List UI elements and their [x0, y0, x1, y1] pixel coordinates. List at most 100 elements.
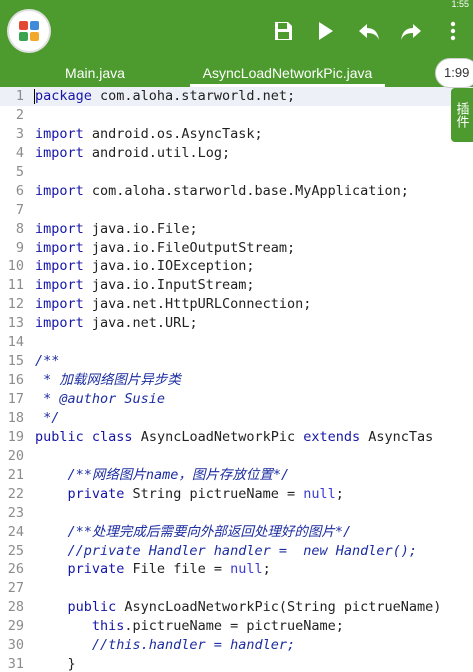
app-toolbar: 1:55 [0, 0, 473, 62]
line-number: 20 [7, 447, 24, 464]
save-icon [275, 22, 292, 40]
code-text: public class AsyncLoadNetworkPic extends… [35, 428, 434, 445]
line-number: 26 [7, 561, 24, 578]
code-line[interactable]: 23 [0, 504, 473, 523]
undo-icon [359, 24, 379, 40]
code-line[interactable]: 24 /**处理完成后需要向外部返回处理好的图片*/ [0, 523, 473, 542]
code-line[interactable]: 15 /** [0, 352, 473, 371]
line-number: 21 [7, 466, 24, 483]
tab-main-java[interactable]: Main.java [40, 62, 150, 87]
code-text: import java.io.File; [35, 220, 198, 237]
code-line[interactable]: 31 } [0, 655, 473, 672]
line-number: 18 [7, 409, 24, 426]
code-line[interactable]: 21 /**网络图片name，图片存放位置*/ [0, 466, 473, 485]
code-line[interactable]: 12 import java.net.HttpURLConnection; [0, 295, 473, 314]
line-number: 1 [15, 88, 24, 104]
app-menu-button[interactable] [7, 9, 51, 53]
save-button[interactable] [270, 18, 296, 44]
app-grid-cell [19, 32, 28, 41]
code-line[interactable]: 27 [0, 579, 473, 598]
code-line[interactable]: 20 [0, 447, 473, 466]
line-number: 15 [7, 353, 24, 370]
code-text: * 加载网络图片异步类 [35, 372, 181, 389]
code-text: private String pictrueName = null; [67, 485, 344, 502]
line-number: 7 [15, 201, 24, 218]
code-text: import com.aloha.starworld.base.MyApplic… [35, 182, 409, 199]
code-line[interactable]: 28 public AsyncLoadNetworkPic(String pic… [0, 598, 473, 617]
run-icon [319, 22, 333, 40]
line-number: 2 [15, 106, 24, 123]
code-text: import java.net.HttpURLConnection; [35, 296, 312, 313]
more-button[interactable] [440, 18, 466, 44]
code-line[interactable]: 30 //this.handler = handler; [0, 636, 473, 655]
status-time: 1:55 [451, 0, 469, 8]
code-line[interactable]: 19 public class AsyncLoadNetworkPic exten… [0, 428, 473, 447]
code-line[interactable]: 16 * 加载网络图片异步类 [0, 371, 473, 390]
tab-async-load-network-pic[interactable]: AsyncLoadNetworkPic.java [190, 62, 385, 87]
code-line[interactable]: 14 [0, 333, 473, 352]
code-line[interactable]: 13 import java.net.URL; [0, 314, 473, 333]
undo-button[interactable] [356, 18, 382, 44]
code-line[interactable]: 8 import java.io.File; [0, 220, 473, 239]
code-line[interactable]: 29 this.pictrueName = pictrueName; [0, 617, 473, 636]
line-number: 19 [7, 428, 24, 445]
line-number: 3 [15, 125, 24, 142]
app-grid-icon [19, 21, 39, 41]
code-text: package com.aloha.starworld.net; [35, 88, 296, 104]
code-line[interactable]: 2 [0, 106, 473, 125]
line-number: 4 [15, 144, 24, 161]
line-number: 5 [15, 163, 24, 180]
code-line[interactable]: 9 import java.io.FileOutputStream; [0, 239, 473, 258]
code-text: /**网络图片name，图片存放位置*/ [35, 466, 290, 483]
code-text: */ [35, 409, 60, 426]
code-line[interactable]: 26 private File file = null; [0, 560, 473, 579]
code-line[interactable]: 18 */ [0, 409, 473, 428]
code-line[interactable]: 4 import android.util.Log; [0, 144, 473, 163]
app-grid-cell [30, 32, 39, 41]
file-tab-bar: Main.java AsyncLoadNetworkPic.java [0, 62, 473, 87]
code-text: this.pictrueName = pictrueName; [91, 618, 344, 635]
line-number: 28 [7, 599, 24, 616]
redo-icon [401, 24, 421, 40]
plugin-tab[interactable]: 插件 [451, 88, 473, 142]
line-number: 11 [7, 277, 24, 294]
line-number: 9 [15, 239, 24, 256]
code-text: import java.net.URL; [35, 315, 198, 332]
code-text: import android.os.AsyncTask; [35, 125, 263, 142]
code-line[interactable]: 25 //private Handler handler = new Handl… [0, 542, 473, 561]
code-text: import java.io.IOException; [35, 258, 255, 275]
line-number: 31 [7, 656, 24, 672]
app-grid-cell [30, 21, 39, 30]
line-number: 30 [7, 637, 24, 654]
run-button[interactable] [312, 18, 338, 44]
line-number: 17 [7, 391, 24, 407]
code-line[interactable]: 7 [0, 201, 473, 220]
line-number: 12 [7, 296, 24, 313]
code-line[interactable]: 22 private String pictrueName = null; [0, 485, 473, 504]
redo-button[interactable] [398, 18, 424, 44]
line-number: 25 [7, 542, 24, 559]
app-grid-cell [19, 21, 28, 30]
code-line[interactable]: 5 [0, 163, 473, 182]
code-text: /** [35, 353, 60, 370]
line-number: 8 [15, 220, 24, 237]
line-counter-badge[interactable]: 1:99 [435, 58, 473, 88]
code-line[interactable]: 6 import com.aloha.starworld.base.MyAppli… [0, 182, 473, 201]
line-number: 6 [15, 182, 24, 199]
line-number: 22 [7, 485, 24, 502]
code-text: * @author Susie [35, 391, 166, 407]
code-text: /**处理完成后需要向外部返回处理好的图片*/ [35, 523, 352, 540]
code-line[interactable]: 11 import java.io.InputStream; [0, 276, 473, 295]
line-number: 27 [7, 580, 24, 597]
code-line[interactable]: 3 import android.os.AsyncTask; [0, 125, 473, 144]
code-line[interactable]: 17 * @author Susie [0, 390, 473, 409]
code-text: public AsyncLoadNetworkPic(String pictru… [67, 599, 442, 616]
code-line[interactable]: 1 package com.aloha.starworld.net; [0, 87, 473, 106]
code-line[interactable]: 10 import java.io.IOException; [0, 257, 473, 276]
code-editor[interactable]: 1 package com.aloha.starworld.net; 2 3 impor… [0, 87, 473, 672]
code-text: import android.util.Log; [35, 144, 231, 161]
line-number: 23 [7, 504, 24, 521]
code-text: //this.handler = handler; [35, 637, 296, 654]
code-text: } [35, 656, 76, 672]
more-icon [450, 21, 456, 41]
